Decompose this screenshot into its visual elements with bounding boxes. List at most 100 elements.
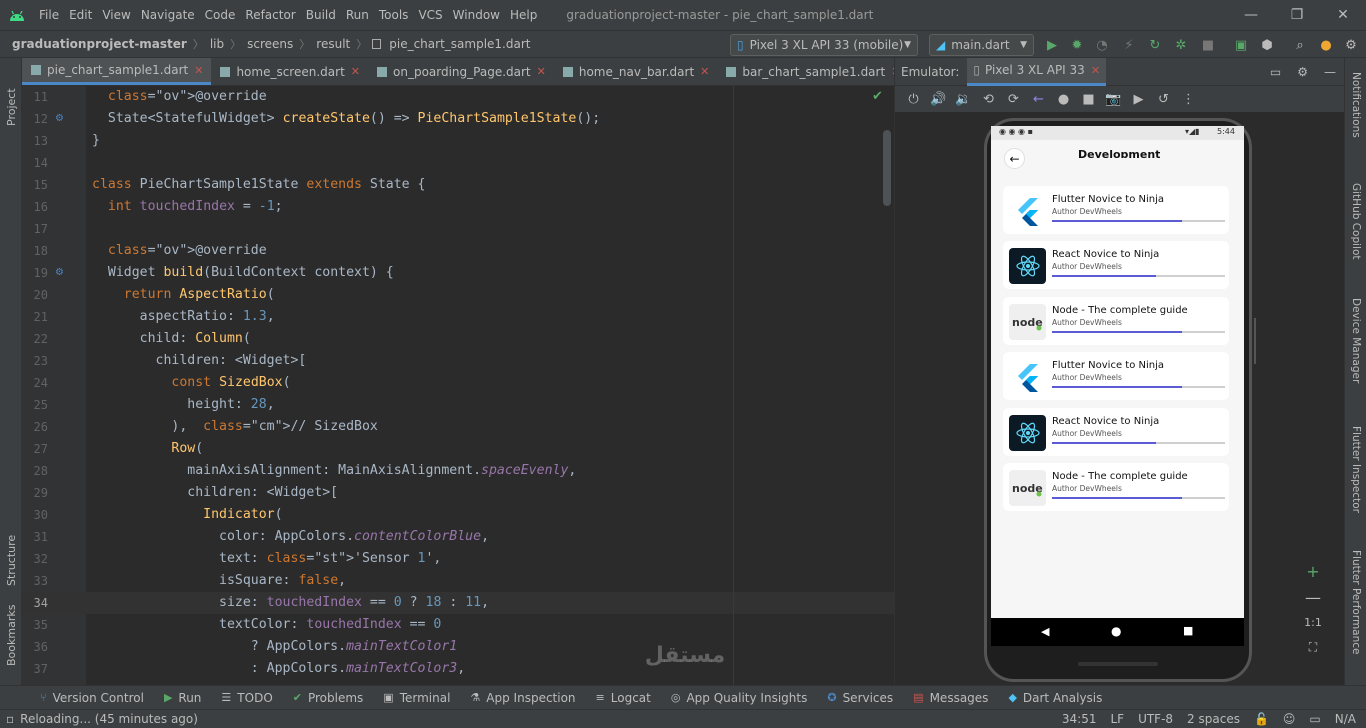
- volume-down-icon[interactable]: 🔉: [951, 92, 976, 107]
- code-line[interactable]: 13}: [22, 130, 894, 152]
- course-card[interactable]: React Novice to Ninja Author DevWheels: [1003, 407, 1229, 456]
- debug-icon[interactable]: ✹: [1068, 36, 1086, 54]
- code-text[interactable]: Widget build(BuildContext context) {: [92, 262, 394, 284]
- code-text[interactable]: size: touchedIndex == 0 ? 18 : 11,: [92, 592, 489, 614]
- code-line[interactable]: 19 Widget build(BuildContext context) {: [22, 262, 894, 284]
- line-separator[interactable]: LF: [1103, 712, 1131, 726]
- menu-navigate[interactable]: Navigate: [136, 0, 200, 30]
- logcat-tool-button[interactable]: ≡ Logcat: [586, 691, 661, 705]
- code-text[interactable]: State<StatefulWidget> createState() => P…: [92, 108, 600, 130]
- breadcrumb-lib[interactable]: lib: [208, 37, 226, 51]
- code-line[interactable]: 37 : AppColors.mainTextColor3,: [22, 658, 894, 680]
- structure-tool-button[interactable]: Structure: [5, 516, 18, 586]
- menu-view[interactable]: View: [97, 0, 135, 30]
- hot-reload-icon[interactable]: ⚡: [1120, 36, 1138, 54]
- emulator-tab[interactable]: ▯ Pixel 3 XL API 33 ✕: [967, 57, 1107, 86]
- code-line[interactable]: 17: [22, 218, 894, 240]
- indent-setting[interactable]: 2 spaces: [1180, 712, 1247, 726]
- tab-home-screen[interactable]: home_screen.dart ✕: [211, 58, 368, 85]
- profile-icon[interactable]: ◔: [1093, 36, 1111, 54]
- code-text[interactable]: class PieChartSample1State extends State…: [92, 174, 425, 196]
- terminal-tool-button[interactable]: ▣ Terminal: [373, 691, 460, 705]
- code-text[interactable]: mainAxisAlignment: MainAxisAlignment.spa…: [92, 460, 576, 482]
- code-text[interactable]: int touchedIndex = -1;: [92, 196, 283, 218]
- device-selector[interactable]: ▯ Pixel 3 XL API 33 (mobile) ▼: [730, 34, 918, 56]
- copilot-icon[interactable]: ☺: [1276, 712, 1303, 726]
- close-tab-icon[interactable]: ✕: [537, 65, 546, 78]
- code-line[interactable]: 36 ? AppColors.mainTextColor1: [22, 636, 894, 658]
- menu-window[interactable]: Window: [448, 0, 505, 30]
- snapshot-icon[interactable]: ↺: [1151, 92, 1176, 107]
- code-line[interactable]: 12 State<StatefulWidget> createState() =…: [22, 108, 894, 130]
- file-encoding[interactable]: UTF-8: [1131, 712, 1180, 726]
- tab-home-nav-bar[interactable]: home_nav_bar.dart ✕: [554, 58, 718, 85]
- github-copilot-tool-button[interactable]: GitHub Copilot: [1350, 183, 1362, 260]
- menu-refactor[interactable]: Refactor: [240, 0, 300, 30]
- emulator-scrollbar[interactable]: [1254, 318, 1256, 364]
- attach-debugger-icon[interactable]: ✲: [1172, 36, 1190, 54]
- home-icon[interactable]: ●: [1051, 92, 1076, 107]
- tab-bar-chart-sample1[interactable]: bar_chart_sample1.dart✕: [717, 58, 908, 85]
- menu-vcs[interactable]: VCS: [413, 0, 447, 30]
- record-icon[interactable]: ▶: [1126, 92, 1151, 107]
- code-text[interactable]: class="ov">@override: [92, 240, 267, 262]
- no-problems-check-icon[interactable]: ✔: [872, 89, 883, 104]
- zoom-fit-icon[interactable]: ⛶: [1298, 640, 1328, 655]
- code-text[interactable]: child: Column(: [92, 328, 251, 350]
- run-icon[interactable]: ▶: [1043, 36, 1061, 54]
- bookmarks-tool-button[interactable]: Bookmarks: [5, 596, 18, 666]
- run-tool-button[interactable]: ▶ Run: [154, 691, 211, 705]
- flutter-inspector-tool-button[interactable]: Flutter Inspector: [1350, 426, 1362, 513]
- menu-edit[interactable]: Edit: [64, 0, 97, 30]
- code-line[interactable]: 35 textColor: touchedIndex == 0: [22, 614, 894, 636]
- code-text[interactable]: ), class="cm">// SizedBox: [92, 416, 377, 438]
- back-icon[interactable]: ←: [1026, 92, 1051, 107]
- code-line[interactable]: 25 height: 28,: [22, 394, 894, 416]
- close-tab-icon[interactable]: ✕: [194, 64, 203, 77]
- menu-help[interactable]: Help: [505, 0, 542, 30]
- breadcrumb-file[interactable]: pie_chart_sample1.dart: [387, 37, 532, 51]
- stop-icon[interactable]: ■: [1199, 36, 1217, 54]
- rotate-left-icon[interactable]: ⟲: [976, 92, 1001, 107]
- hot-restart-icon[interactable]: ↻: [1146, 36, 1164, 54]
- code-text[interactable]: const SizedBox(: [92, 372, 290, 394]
- maximize-icon[interactable]: ▭: [1262, 65, 1289, 79]
- menu-code[interactable]: Code: [200, 0, 241, 30]
- code-line[interactable]: 29 children: <Widget>[: [22, 482, 894, 504]
- run-config-selector[interactable]: ◢ main.dart ▼: [929, 34, 1034, 56]
- memory-icon[interactable]: ▭: [1302, 712, 1327, 726]
- app-inspection-tool-button[interactable]: ⚗ App Inspection: [460, 691, 585, 705]
- problems-tool-button[interactable]: ✔ Problems: [283, 691, 374, 705]
- device-manager-tool-button[interactable]: Device Manager: [1350, 298, 1362, 383]
- sdk-manager-icon[interactable]: ⬢: [1258, 36, 1276, 54]
- breadcrumb-screens[interactable]: screens: [245, 37, 295, 51]
- padlock-icon[interactable]: 🔓: [1247, 712, 1276, 726]
- close-tab-icon[interactable]: ✕: [1091, 64, 1100, 77]
- services-tool-button[interactable]: ✪ Services: [817, 691, 903, 705]
- code-text[interactable]: Indicator(: [92, 504, 282, 526]
- volume-up-icon[interactable]: 🔊: [926, 92, 951, 107]
- todo-tool-button[interactable]: ☰ TODO: [211, 691, 282, 705]
- code-line[interactable]: 32 text: class="st">'Sensor 1',: [22, 548, 894, 570]
- code-line[interactable]: 31 color: AppColors.contentColorBlue,: [22, 526, 894, 548]
- code-text[interactable]: isSquare: false,: [92, 570, 346, 592]
- breadcrumb-result[interactable]: result: [314, 37, 352, 51]
- code-text[interactable]: children: <Widget>[: [92, 350, 307, 372]
- code-text[interactable]: aspectRatio: 1.3,: [92, 306, 275, 328]
- code-line[interactable]: 11 class="ov">@override: [22, 86, 894, 108]
- settings-icon[interactable]: ⚙: [1342, 36, 1360, 54]
- code-text[interactable]: : AppColors.mainTextColor3,: [92, 658, 465, 680]
- code-text[interactable]: class="ov">@override: [92, 86, 267, 108]
- nav-home-icon[interactable]: ●: [1111, 624, 1121, 638]
- back-button[interactable]: ←: [1004, 148, 1025, 169]
- course-card[interactable]: Flutter Novice to Ninja Author DevWheels: [1003, 352, 1229, 401]
- code-line[interactable]: 30 Indicator(: [22, 504, 894, 526]
- code-line[interactable]: 34 size: touchedIndex == 0 ? 18 : 11,: [22, 592, 894, 614]
- code-line[interactable]: 26 ), class="cm">// SizedBox: [22, 416, 894, 438]
- minimize-icon[interactable]: —: [1228, 7, 1274, 23]
- close-tab-icon[interactable]: ✕: [351, 65, 360, 78]
- code-text[interactable]: }: [92, 130, 100, 152]
- zoom-in-icon[interactable]: +: [1298, 562, 1328, 581]
- zoom-actual-size[interactable]: 1:1: [1298, 616, 1328, 629]
- version-control-tool-button[interactable]: ⑂ Version Control: [30, 691, 154, 705]
